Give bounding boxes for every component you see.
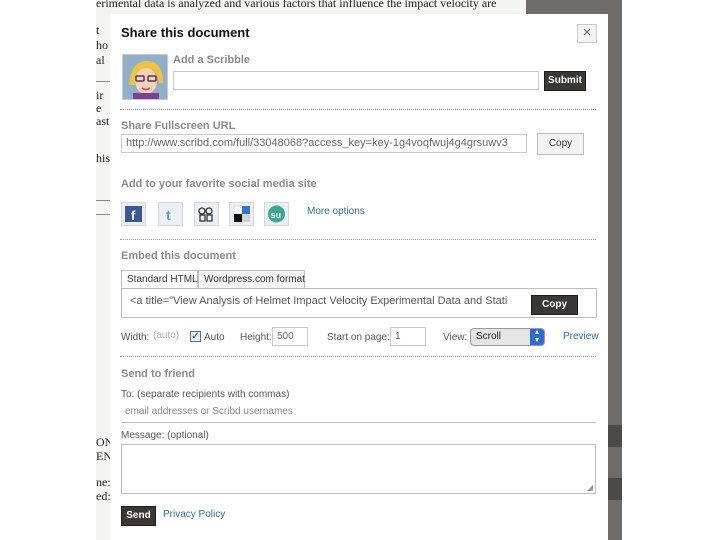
dialog-title: Share this document [121, 25, 250, 40]
embed-code-panel: <a title="View Analysis of Helmet Impact… [121, 288, 597, 318]
svg-text:f: f [131, 208, 136, 223]
start-page-label: Start on page: [327, 332, 390, 343]
auto-label: Auto [204, 332, 225, 343]
social-media-label: Add to your favorite social media site [121, 178, 317, 190]
section-divider [120, 239, 596, 240]
background-fragment: his [96, 151, 111, 165]
send-button[interactable]: Send [121, 506, 156, 526]
background-fragment: ed: [96, 489, 111, 503]
user-avatar [122, 54, 168, 100]
tab-wordpress-format[interactable]: Wordpress.com format [198, 270, 305, 288]
scribble-label: Add a Scribble [173, 54, 251, 66]
close-button[interactable]: × [577, 24, 597, 43]
recipients-input[interactable]: email addresses or Scribd usernames [121, 402, 596, 423]
background-fragment: ast [96, 114, 110, 128]
delicious-icon[interactable] [229, 202, 254, 226]
embed-code-field[interactable]: <a title="View Analysis of Helmet Impact… [126, 293, 534, 313]
section-divider [120, 109, 596, 110]
background-divider [96, 200, 110, 201]
auto-checkbox[interactable]: ✓ [190, 331, 201, 342]
embed-label: Embed this document [121, 250, 236, 262]
screen: erimental data is analyzed and various f… [0, 0, 720, 540]
twitter-icon[interactable]: t [158, 202, 183, 226]
recipients-label: To: (separate recipients with commas) [121, 389, 290, 400]
view-label: View: [443, 332, 468, 343]
section-divider [120, 356, 596, 357]
myspace-icon[interactable] [194, 202, 219, 226]
background-fragment: t [96, 23, 100, 37]
stumbleupon-icon[interactable]: su [264, 202, 289, 226]
background-divider [96, 214, 110, 215]
resize-handle-icon[interactable]: ◢ [587, 483, 593, 492]
width-label: Width: [121, 332, 150, 343]
height-input[interactable]: 500 [272, 327, 308, 346]
height-label: Height: [240, 332, 272, 343]
svg-text:t: t [166, 207, 171, 223]
background-divider [96, 81, 110, 82]
copy-url-button[interactable]: Copy [537, 133, 584, 155]
avatar-image [123, 55, 167, 99]
background-fragment: ho [96, 38, 108, 52]
more-options-link[interactable]: More options [307, 206, 365, 217]
select-arrows-icon: ▲ ▼ [530, 329, 544, 345]
tab-standard-html[interactable]: Standard HTML [121, 270, 198, 288]
copy-embed-button[interactable]: Copy [531, 295, 578, 315]
view-select[interactable]: Scroll ▲ ▼ [470, 328, 545, 346]
background-text-line: erimental data is analyzed and various f… [96, 0, 497, 10]
svg-text:su: su [271, 210, 282, 220]
view-select-value: Scroll [476, 331, 502, 342]
facebook-icon[interactable]: f [121, 202, 146, 226]
preview-link[interactable]: Preview [563, 331, 599, 342]
privacy-policy-link[interactable]: Privacy Policy [163, 509, 225, 520]
background-fragment: ne: [96, 475, 111, 489]
send-to-friend-label: Send to friend [121, 368, 195, 380]
start-page-input[interactable]: 1 [390, 327, 426, 346]
share-dialog: Share this document × Add a Scribble Sub… [110, 14, 608, 540]
background-fragment: al [96, 53, 105, 67]
message-label: Message: (optional) [121, 430, 209, 441]
submit-button[interactable]: Submit [544, 71, 586, 91]
width-input[interactable]: (auto) [149, 327, 185, 346]
scribble-input[interactable] [173, 71, 539, 90]
message-textarea[interactable]: ◢ [121, 444, 596, 494]
fullscreen-url-field[interactable]: http://www.scribd.com/full/33048068?acce… [121, 134, 527, 153]
fullscreen-url-label: Share Fullscreen URL [121, 120, 236, 132]
